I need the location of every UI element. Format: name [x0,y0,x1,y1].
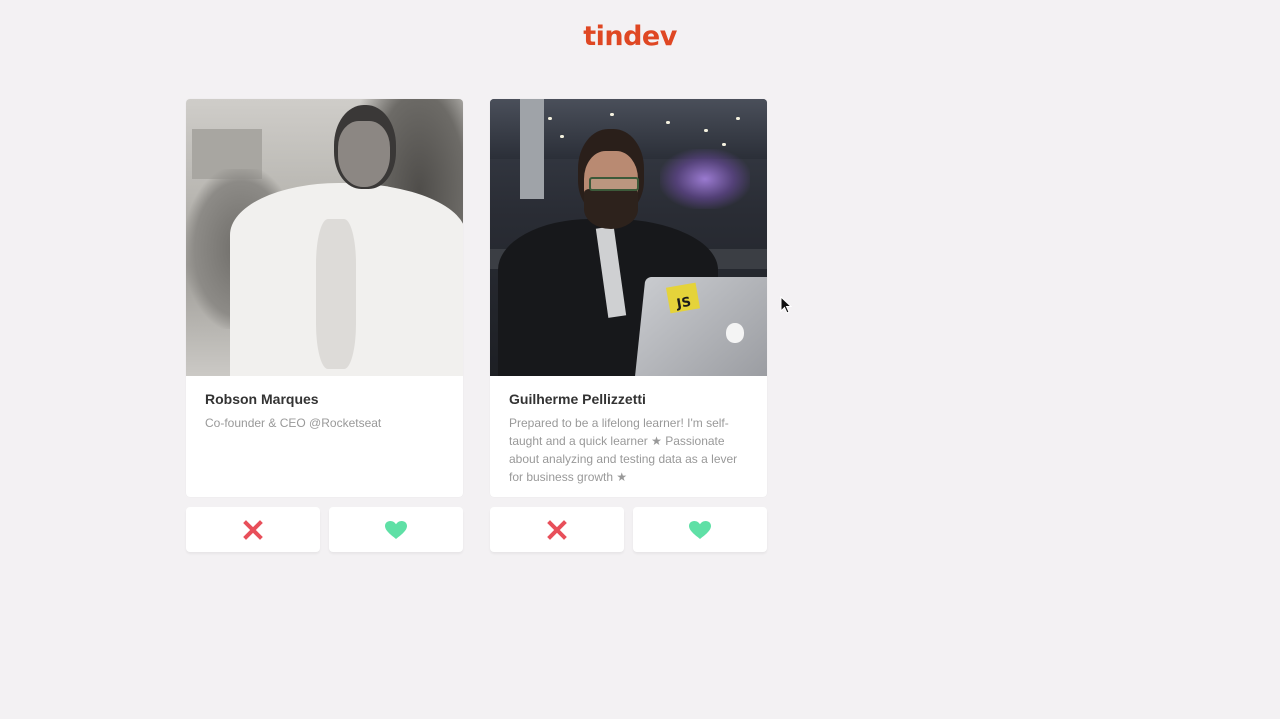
dislike-button[interactable] [186,507,320,552]
developer-bio: Co-founder & CEO @Rocketseat [205,416,382,430]
apple-logo-icon [726,323,744,343]
mouse-cursor-icon [780,296,792,314]
developer-info: Guilherme Pellizzetti Prepared to be a l… [490,376,767,497]
like-button[interactable] [329,507,463,552]
x-icon [243,519,263,540]
like-button[interactable] [633,507,767,552]
developer-card: Robson Marques Co-founder & CEO @Rockets… [186,99,463,497]
dislike-button[interactable] [490,507,624,552]
heart-icon [385,520,407,539]
x-icon [547,519,567,540]
developer-avatar: JS [490,99,767,376]
tindev-logo: tindev [583,18,677,54]
js-sticker: JS [665,282,701,314]
heart-icon [689,520,711,539]
developer-info: Robson Marques Co-founder & CEO @Rockets… [186,376,463,446]
developer-bio: Prepared to be a lifelong learner! I'm s… [509,416,738,484]
developer-card: JS Guilherme Pellizzetti Prepared to be … [490,99,767,497]
developer-name: Robson Marques [205,391,319,407]
developer-avatar [186,99,463,376]
logo-text: tindev [583,20,677,52]
developer-name: Guilherme Pellizzetti [509,391,646,407]
